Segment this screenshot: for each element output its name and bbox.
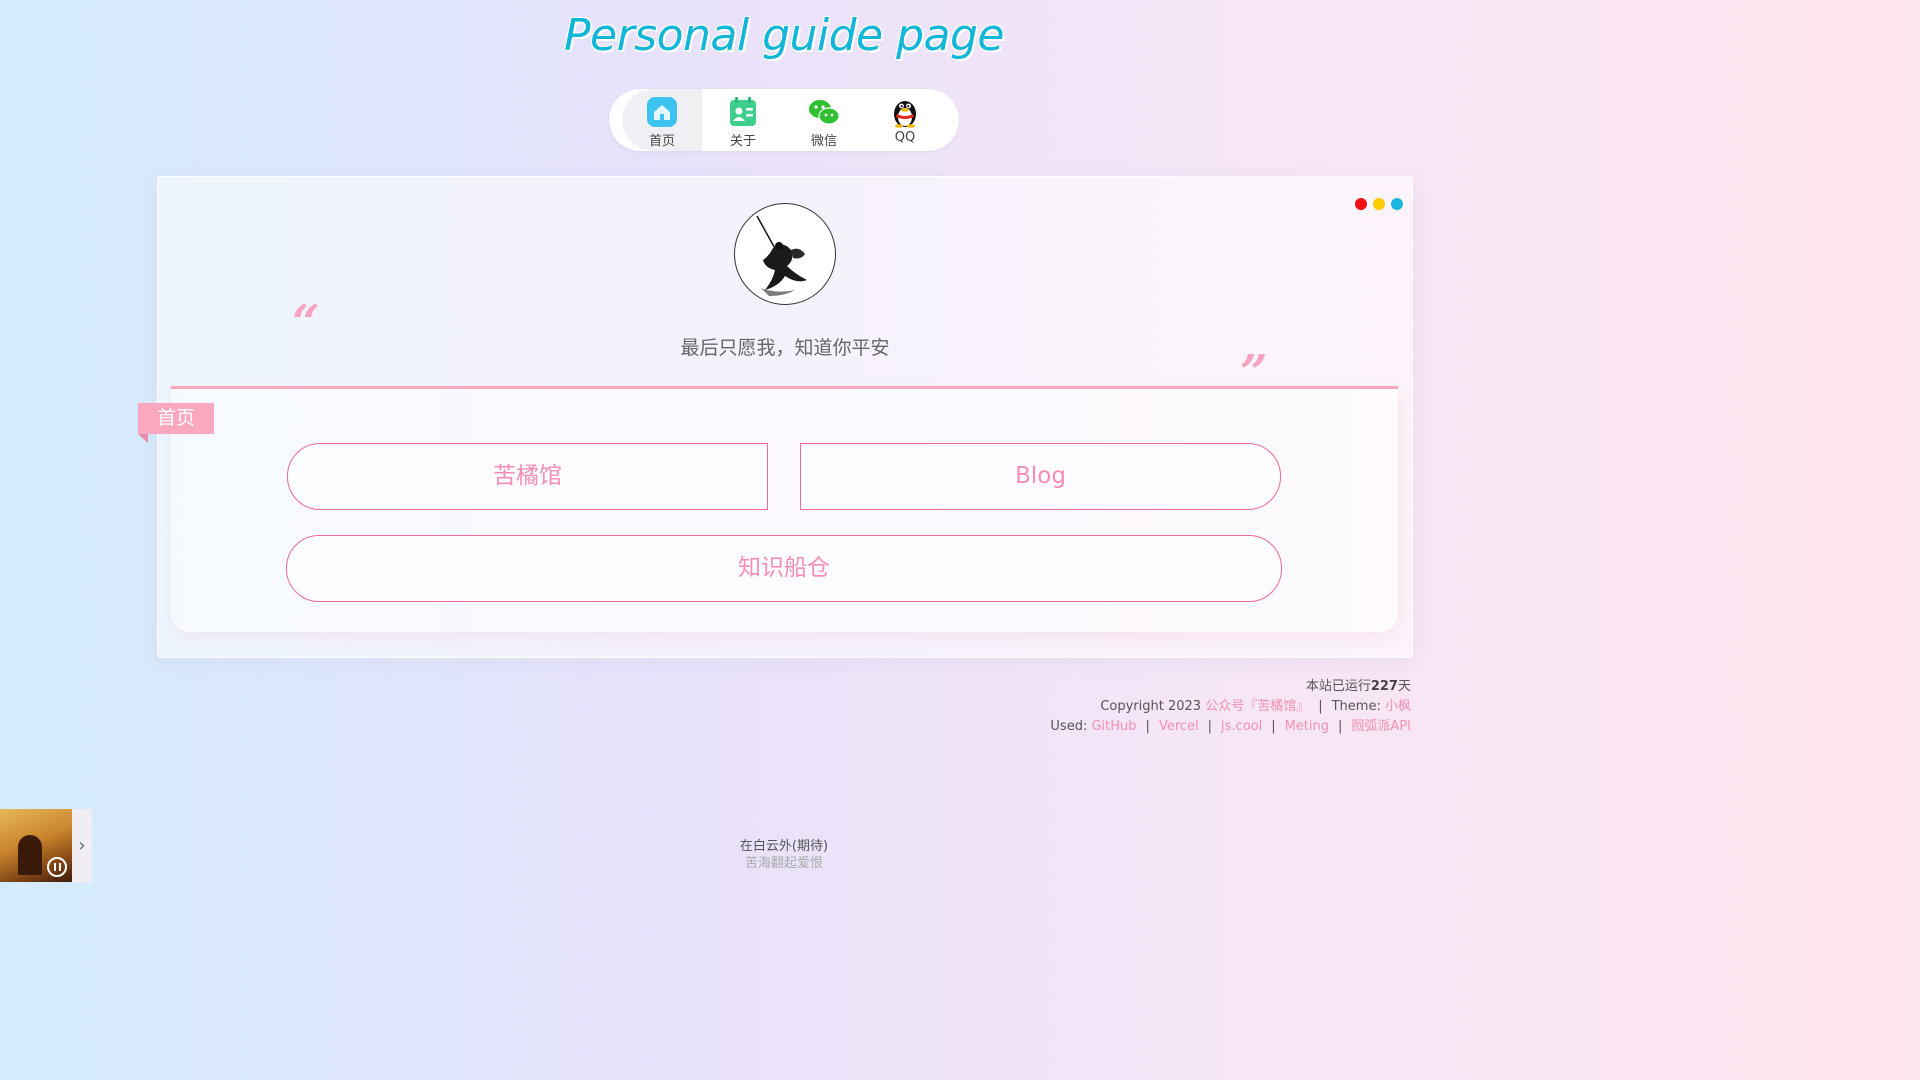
separator: | (1207, 719, 1213, 734)
ink-swordsman-avatar (756, 215, 807, 296)
copyright-text: Copyright 2023 (1100, 699, 1202, 714)
used-link-jscool[interactable]: js.cool (1221, 719, 1262, 734)
avatar (734, 203, 836, 305)
separator: | (1271, 719, 1276, 734)
song-title: 在白云外(期待) (739, 839, 829, 854)
used-link-api[interactable]: 囫弧派API (1351, 719, 1411, 734)
site-title: Personal guide page (563, 10, 1005, 61)
motto: 最后只愿我，知道你平安 (680, 337, 890, 359)
nav-item-qq[interactable]: QQ (865, 89, 945, 151)
separator: | (1318, 699, 1323, 714)
link-button-kujuguan[interactable]: 苦橘馆 (287, 443, 768, 510)
separator: | (1145, 719, 1150, 734)
footer-copyright-line: Copyright 2023 公众号『苦橘馆』 | Theme: 小枫 (1050, 697, 1411, 717)
running-suffix: 天 (1397, 679, 1411, 694)
used-link-vercel[interactable]: Vercel (1159, 719, 1199, 734)
footer-running-line: 本站已运行227天 (1050, 677, 1411, 697)
nav-label-qq: QQ (894, 130, 916, 145)
nav-item-about[interactable]: 关于 (703, 89, 783, 151)
window-dots (1349, 195, 1403, 214)
song-lyric: 苦海翻起爱恨 (744, 856, 823, 871)
nav-label-home: 首页 (648, 134, 675, 149)
now-playing: 在白云外(期待) 苦海翻起爱恨 (0, 838, 1568, 872)
theme-link[interactable]: 小枫 (1385, 699, 1411, 714)
yellow-dot (1373, 198, 1385, 210)
contact-card-icon (730, 97, 756, 126)
red-dot (1355, 198, 1367, 210)
used-label: Used: (1050, 719, 1088, 734)
blue-dot (1391, 198, 1403, 210)
copyright-link[interactable]: 公众号『苦橘馆』 (1205, 699, 1309, 714)
nav-label-wechat: 微信 (810, 134, 837, 149)
home-icon (647, 97, 677, 127)
running-days: 227 (1370, 679, 1398, 694)
separator: | (1338, 719, 1343, 734)
footer: 本站已运行227天 Copyright 2023 公众号『苦橘馆』 | Theme:… (1050, 677, 1411, 737)
footer-used-line: Used: GitHub | Vercel | js.cool | Meting | 囫弧派AP… (1050, 717, 1411, 737)
top-nav: 首页 关于 微信 QQ (609, 89, 959, 151)
link-button-blog[interactable]: Blog (800, 443, 1281, 510)
nav-item-home[interactable]: 首页 (622, 89, 702, 151)
theme-label: Theme: (1331, 699, 1381, 714)
nav-item-wechat[interactable]: 微信 (784, 89, 864, 151)
link-button-knowledge[interactable]: 知识船仓 (286, 535, 1282, 602)
running-prefix: 本站已运行 (1305, 679, 1371, 694)
section-ribbon: 首页 (138, 403, 214, 434)
nav-label-about: 关于 (729, 134, 756, 149)
qq-penguin-icon (894, 101, 916, 128)
used-link-meting[interactable]: Meting (1285, 719, 1329, 734)
wechat-icon (809, 100, 840, 125)
ribbon-tail (138, 434, 148, 443)
used-link-github[interactable]: GitHub (1091, 719, 1136, 734)
